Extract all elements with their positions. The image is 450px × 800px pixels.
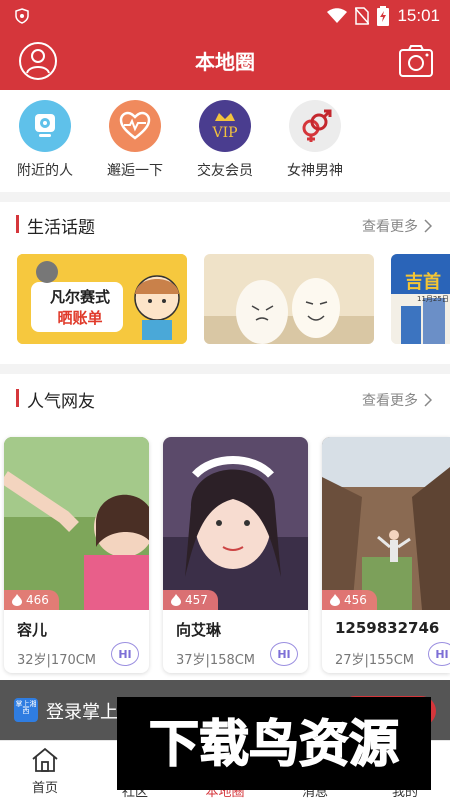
section-title: 生活话题 (27, 218, 95, 238)
vip-crown-icon: VIP (199, 100, 251, 152)
camera-icon[interactable] (398, 44, 434, 78)
friend-photo: 456 (322, 437, 450, 610)
topic-poster-title: 吉首 (405, 272, 441, 293)
wifi-icon (327, 8, 348, 23)
topic-card-text: 凡尔赛式 晒账单 (37, 286, 123, 328)
section-title: 人气网友 (27, 392, 95, 412)
nav-home[interactable]: 首页 (0, 747, 90, 796)
svg-text:下载鸟资源: 下载鸟资源 (149, 715, 399, 773)
see-more-label: 查看更多 (362, 219, 418, 235)
app-root: 15:01 本地圈 附近的人 邂逅一下 VIP 交友会员 女神男神 生活话题 查… (0, 0, 450, 800)
app-header: 本地圈 (0, 32, 450, 90)
friend-info: 32岁|170CM (17, 653, 97, 668)
login-banner-text: 登录掌上 (46, 702, 118, 723)
life-topics-header: 生活话题 查看更多 (0, 204, 450, 244)
friend-name: 容儿 (17, 621, 48, 639)
quick-vip-member[interactable]: VIP 交友会员 (180, 100, 270, 180)
quick-label: 附近的人 (17, 163, 73, 179)
topic-card[interactable] (204, 254, 374, 344)
nav-label: 首页 (31, 781, 58, 796)
quick-label: 交友会员 (197, 163, 253, 179)
friend-photo: 457 (163, 437, 308, 610)
topic-text-line2: 晒账单 (57, 309, 103, 327)
quick-actions: 附近的人 邂逅一下 VIP 交友会员 女神男神 (0, 90, 450, 192)
like-count: 457 (185, 593, 208, 607)
flame-icon (330, 594, 340, 606)
watermark-lettering: 下载鸟资源 (148, 714, 400, 774)
watermark: 下载鸟资源 (117, 697, 431, 790)
flame-icon (171, 594, 181, 606)
see-more-link[interactable]: 查看更多 (362, 390, 432, 410)
friend-card[interactable]: 456 1259832746 27岁|155CM HI (322, 437, 450, 673)
flame-icon (12, 594, 22, 606)
divider (0, 364, 450, 374)
status-right: 15:01 (327, 4, 440, 28)
like-count: 456 (344, 593, 367, 607)
like-count-badge: 466 (4, 590, 59, 610)
friend-card[interactable]: 466 容儿 32岁|170CM HI (4, 437, 149, 673)
popular-friends-header: 人气网友 查看更多 (0, 378, 450, 418)
say-hi-button[interactable]: HI (111, 642, 139, 666)
home-icon (32, 747, 58, 772)
status-time: 15:01 (397, 6, 440, 25)
topic-poster-date: 11月25日 (417, 295, 449, 303)
quick-label: 邂逅一下 (107, 163, 163, 179)
like-count-badge: 457 (163, 590, 218, 610)
status-bar: 15:01 (0, 0, 450, 32)
see-more-label: 查看更多 (362, 393, 418, 409)
friend-name: 1259832746 (335, 619, 440, 637)
friend-info: 27岁|155CM (335, 653, 415, 668)
heartbeat-icon (109, 100, 161, 152)
topic-card-partial[interactable]: 吉首 11月25日 (391, 254, 450, 344)
friend-card[interactable]: 457 向艾琳 37岁|158CM HI (163, 437, 308, 673)
say-hi-button[interactable]: HI (270, 642, 298, 666)
quick-label: 女神男神 (287, 163, 343, 179)
say-hi-button[interactable]: HI (428, 642, 450, 666)
gender-symbols-icon (289, 100, 341, 152)
quick-gods-goddesses[interactable]: 女神男神 (270, 100, 360, 180)
topic-card-eggs-illustration (204, 254, 374, 344)
see-more-link[interactable]: 查看更多 (362, 216, 432, 236)
quick-nearby-people[interactable]: 附近的人 (0, 100, 90, 180)
section-accent-bar (16, 389, 19, 407)
like-count: 466 (26, 593, 49, 607)
section-accent-bar (16, 215, 19, 233)
battery-charging-icon (377, 6, 390, 26)
quick-encounter[interactable]: 邂逅一下 (90, 100, 180, 180)
divider (0, 192, 450, 202)
friend-name: 向艾琳 (176, 621, 222, 639)
topic-text-line1: 凡尔赛式 (49, 288, 110, 306)
shield-icon (15, 8, 29, 24)
chevron-right-icon (424, 393, 432, 407)
chevron-right-icon (424, 219, 432, 233)
page-title: 本地圈 (195, 50, 255, 74)
no-sim-icon (355, 7, 370, 25)
topic-card[interactable]: 凡尔赛式 晒账单 (17, 254, 187, 344)
svg-text:VIP: VIP (211, 125, 237, 141)
like-count-badge: 456 (322, 590, 377, 610)
location-pin-icon (19, 100, 71, 152)
app-logo: 掌上湘西 (14, 698, 38, 722)
friend-info: 37岁|158CM (176, 653, 256, 668)
friend-photo: 466 (4, 437, 149, 610)
